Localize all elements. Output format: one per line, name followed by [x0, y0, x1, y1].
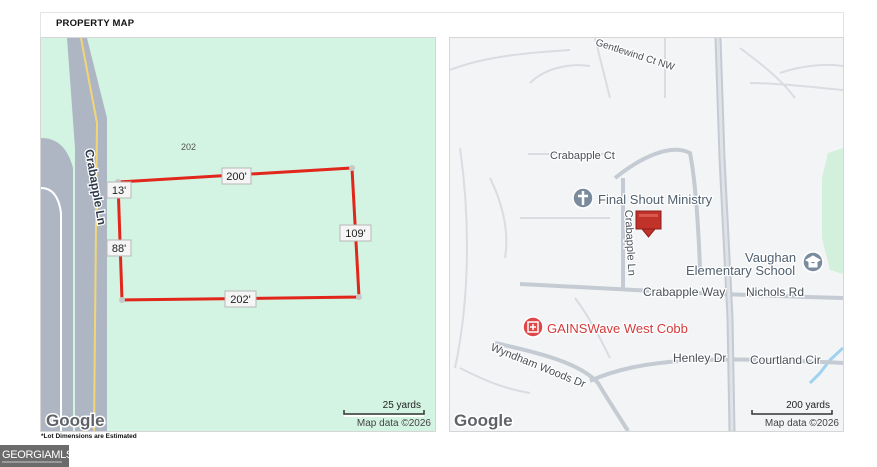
- lot-dimensions-footnote: *Lot Dimensions are Estimated: [41, 433, 137, 440]
- map-attribution[interactable]: Map data ©2026: [357, 418, 432, 429]
- minor-road: [749, 82, 843, 91]
- minor-road: [529, 64, 591, 84]
- lot-corner: [119, 297, 125, 303]
- svg-text:200': 200': [226, 171, 246, 183]
- parcel-number: 202: [181, 142, 196, 152]
- google-logo: Google: [46, 411, 105, 430]
- street-label-nichols: Nichols Rd: [746, 285, 804, 299]
- dimension-label-right: 109': [339, 224, 372, 242]
- street-label-gentlewind: Gentlewind Ct NW: [594, 38, 676, 73]
- page-title: PROPERTY MAP: [56, 18, 135, 29]
- street-label-crabapple-ct: Crabapple Ct: [550, 150, 615, 162]
- minor-road: [489, 177, 508, 259]
- dimension-label-bottom: 202': [224, 290, 257, 308]
- poi-label: GAINSWave West Cobb: [547, 321, 688, 336]
- property-map-header: PROPERTY MAP: [40, 12, 844, 37]
- minor-road: [454, 147, 468, 369]
- minor-road: [450, 49, 571, 71]
- poi-gainswave[interactable]: GAINSWave West Cobb: [522, 316, 689, 338]
- lot-dimensions-map[interactable]: Crabapple Ln 202 200' 13' 88' 109' 202': [40, 37, 436, 432]
- minor-road: [739, 47, 796, 99]
- logo-text: GEORGIAMLS: [2, 449, 73, 461]
- side-road: [41, 138, 73, 431]
- street-label-courtland: Courtland Cir: [750, 353, 821, 367]
- dimension-label-top: 200': [221, 167, 252, 185]
- svg-text:13': 13': [112, 185, 126, 197]
- street-label-crabapple-way: Crabapple Way: [643, 285, 725, 299]
- lot-corner: [356, 294, 362, 300]
- google-logo: Google: [454, 411, 513, 430]
- poi-label: Elementary School: [686, 263, 795, 278]
- svg-text:109': 109': [345, 228, 365, 240]
- park-area: [822, 148, 843, 274]
- dimension-label-left-upper: 13': [106, 181, 132, 199]
- logo-underline: [2, 461, 62, 463]
- minor-road: [779, 63, 843, 74]
- location-pin-icon[interactable]: [635, 210, 662, 238]
- svg-text:88': 88': [112, 243, 126, 255]
- scale-label: 200 yards: [786, 400, 830, 411]
- map-attribution[interactable]: Map data ©2026: [765, 418, 840, 429]
- svg-text:202': 202': [230, 294, 250, 306]
- dimension-label-left-lower: 88': [106, 239, 132, 257]
- minor-road: [459, 367, 531, 394]
- lot-corner: [349, 165, 355, 171]
- poi-label: Final Shout Ministry: [598, 192, 713, 207]
- poi-vaughan-elementary[interactable]: Vaughan Elementary School: [685, 249, 824, 279]
- scale-label: 25 yards: [383, 400, 421, 411]
- street-label-henley: Henley Dr: [673, 351, 726, 365]
- lot-boundary: [116, 166, 361, 302]
- area-location-map[interactable]: Gentlewind Ct NW Crabapple Ct Crabapple …: [449, 37, 844, 432]
- georgia-mls-logo: GEORGIAMLS: [0, 445, 73, 467]
- poi-final-shout-ministry[interactable]: Final Shout Ministry: [572, 187, 714, 209]
